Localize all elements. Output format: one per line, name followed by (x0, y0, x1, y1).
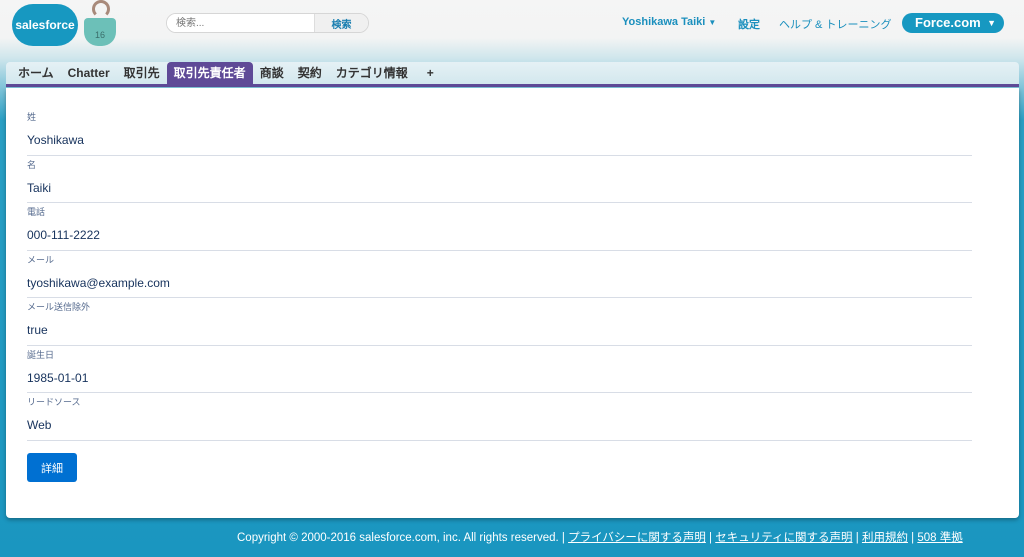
field-label: 誕生日 (27, 349, 55, 360)
field-value: tyoshikawa@example.com (27, 275, 170, 290)
field-first-name: 名 Taiki (27, 156, 972, 203)
field-value: true (27, 323, 48, 337)
field-label: メール送信除外 (27, 302, 91, 312)
steam-icon (92, 0, 110, 18)
contact-detail-panel: 姓 Yoshikawa 名 Taiki 電話 000-111-2222 メール tyos… (6, 88, 1019, 518)
field-last-name: 姓 Yoshikawa (27, 108, 972, 156)
privacy-link[interactable]: プライバシーに関する声明 (568, 532, 706, 544)
search-input[interactable] (167, 14, 314, 32)
field-email: メール tyoshikawa@example.com (27, 251, 972, 298)
field-phone: 電話 000-111-2222 (27, 203, 972, 251)
copyright-text: Copyright © 2000-2016 salesforce.com, in… (237, 532, 559, 544)
tab-accounts[interactable]: 取引先 (117, 62, 167, 84)
security-link[interactable]: セキュリティに関する声明 (715, 532, 852, 544)
field-label: リードソース (27, 397, 81, 407)
tab-contracts[interactable]: 契約 (291, 62, 329, 84)
field-label: 名 (27, 159, 37, 170)
user-name: Yoshikawa Taiki (622, 16, 706, 28)
field-lead-source: リードソース Web (27, 393, 972, 441)
app-switcher[interactable]: Force.com ▼ (902, 13, 1004, 33)
field-label: メール (27, 254, 55, 265)
search-bar: 検索 (166, 13, 369, 33)
tab-contacts[interactable]: 取引先責任者 (166, 62, 253, 84)
field-value: 000-111-2222 (27, 228, 100, 242)
add-tab-icon[interactable]: + (415, 62, 441, 84)
salesforce-logo[interactable]: salesforce (12, 4, 78, 46)
field-email-opt-out: メール送信除外 true (27, 298, 972, 346)
detail-button[interactable]: 詳細 (27, 453, 77, 482)
field-label: 電話 (27, 207, 46, 217)
user-menu[interactable]: Yoshikawa Taiki ▼ (622, 16, 716, 28)
footer: Copyright © 2000-2016 salesforce.com, in… (237, 532, 963, 544)
tab-bar: ホーム Chatter 取引先 取引先責任者 商談 契約 カテゴリ情報 + (6, 62, 1019, 87)
tab-chatter[interactable]: Chatter (61, 62, 117, 84)
field-value: Web (27, 418, 52, 432)
caret-down-icon: ▼ (708, 18, 717, 27)
field-value: 1985-01-01 (27, 370, 89, 385)
field-label: 姓 (27, 112, 37, 122)
field-value: Yoshikawa (27, 133, 84, 147)
settings-link[interactable]: 設定 (738, 16, 760, 32)
search-button[interactable]: 検索 (314, 14, 368, 32)
app-name: Force.com (915, 15, 981, 30)
help-link[interactable]: ヘルプ & トレーニング (779, 16, 891, 32)
terms-link[interactable]: 利用規約 (862, 532, 908, 544)
tab-home[interactable]: ホーム (11, 62, 61, 84)
accessibility-link[interactable]: 508 準拠 (917, 532, 962, 544)
field-birthdate: 誕生日 1985-01-01 (27, 346, 972, 393)
field-value: Taiki (27, 180, 52, 195)
caret-down-icon: ▼ (987, 18, 996, 28)
tab-opportunities[interactable]: 商談 (253, 62, 291, 84)
tab-categories[interactable]: カテゴリ情報 (329, 62, 415, 84)
mascot-cup-icon: 16 (84, 18, 116, 46)
